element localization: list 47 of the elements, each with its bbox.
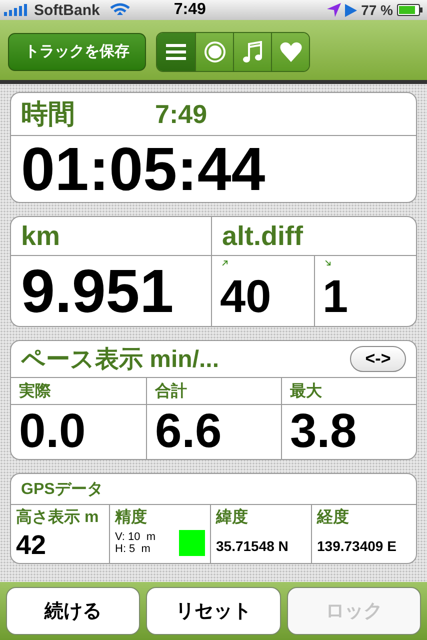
accuracy-label: 精度 <box>115 507 148 528</box>
save-track-button[interactable]: トラックを保存 <box>8 32 146 70</box>
heart-tab[interactable] <box>271 32 309 70</box>
altitude-diff-label: alt.diff <box>222 220 303 252</box>
status-time: 7:49 <box>174 1 206 19</box>
time-label: 時間 <box>21 98 75 131</box>
battery-percent: 77 % <box>361 2 393 18</box>
vertical-accuracy: V: 10 m <box>115 531 156 543</box>
longitude-label: 経度 <box>317 507 350 528</box>
play-icon <box>345 4 358 16</box>
distance-label: km <box>21 220 60 252</box>
music-note-icon <box>242 40 262 62</box>
action-button[interactable]: 続ける <box>6 587 140 635</box>
pace-value: 0.0 <box>19 407 86 457</box>
descent-value: 1 <box>322 269 350 324</box>
carrier-name: SoftBank <box>34 2 100 18</box>
clock-time: 7:49 <box>155 98 208 130</box>
list-icon <box>166 44 186 60</box>
arrow-down-right-icon <box>322 260 332 266</box>
longitude-value: 139.73409 E <box>317 538 398 554</box>
record-tab[interactable] <box>195 32 233 70</box>
ascent-value: 40 <box>220 269 272 324</box>
arrow-up-right-icon <box>220 260 230 266</box>
battery-icon <box>397 4 423 16</box>
altitude-label: 高さ表示 m <box>16 507 100 528</box>
elapsed-time: 01:05:44 <box>21 136 266 202</box>
record-icon <box>204 40 226 62</box>
pace-label: 合計 <box>155 381 187 402</box>
altitude-value: 42 <box>16 530 48 561</box>
pace-value: 3.8 <box>290 407 357 457</box>
wifi-icon <box>110 3 130 17</box>
music-tab[interactable] <box>233 32 271 70</box>
gps-title: GPSデータ <box>21 480 103 500</box>
latitude-value: 35.71548 N <box>216 538 290 554</box>
horizontal-accuracy: H: 5 m <box>115 543 152 555</box>
pace-label: 実際 <box>19 381 51 402</box>
heart-icon <box>280 42 302 62</box>
signal-icon <box>4 4 30 16</box>
distance-value: 9.951 <box>21 258 174 324</box>
location-arrow-icon <box>327 3 342 17</box>
pace-title: ペース表示 min/... <box>21 345 220 375</box>
pace-value: 6.6 <box>155 407 222 457</box>
action-button[interactable]: リセット <box>146 587 281 635</box>
list-tab[interactable] <box>157 32 195 70</box>
toggle-button[interactable]: <-> <box>350 346 406 372</box>
pace-label: 最大 <box>290 382 322 402</box>
latitude-label: 緯度 <box>216 507 249 528</box>
